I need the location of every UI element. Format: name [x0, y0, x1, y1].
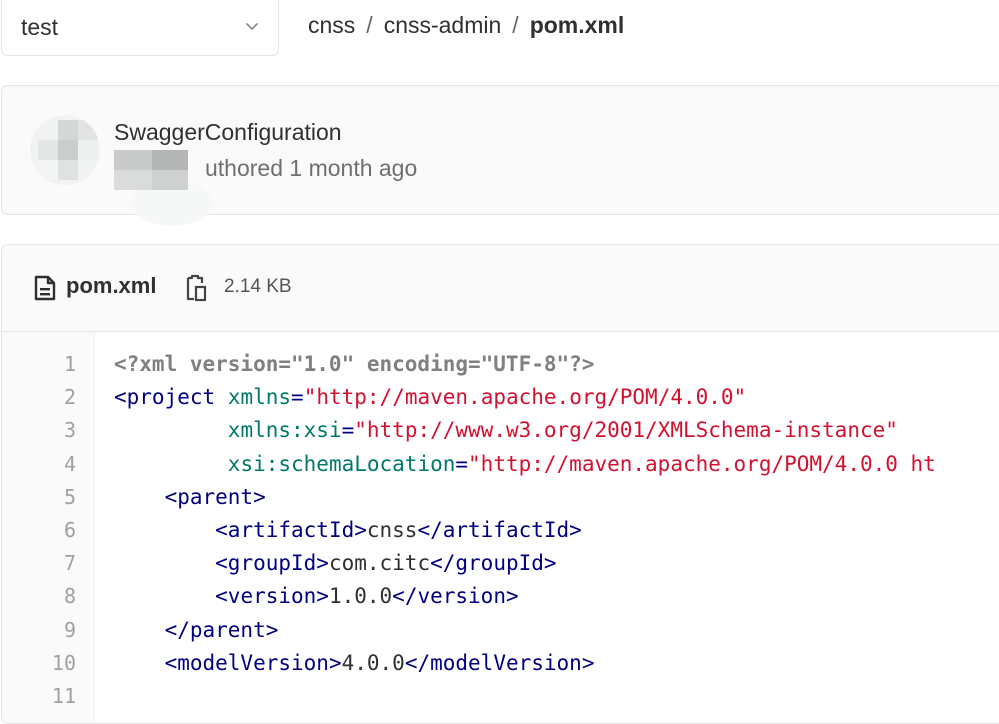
breadcrumb-item-module[interactable]: cnss-admin [384, 12, 502, 38]
code-token-tag: = [341, 418, 355, 443]
code-token-tag: </parent> [164, 617, 279, 642]
code-token-txt: com.citc [328, 551, 431, 576]
chevron-down-icon [246, 23, 258, 30]
code-token-tag: <project [114, 385, 216, 410]
code-token-tag: = [291, 385, 304, 410]
code-line: xmlns:xsi="http://www.w3.org/2001/XMLSch… [114, 418, 898, 442]
code-token-tag: <parent> [164, 484, 266, 509]
avatar[interactable] [30, 115, 100, 185]
file-name: pom.xml [66, 273, 157, 298]
code-token-tag: </artifactId> [417, 518, 582, 542]
line-number-gutter: 1 2 3 4 5 6 7 8 9 10 11 [2, 332, 95, 723]
breadcrumb-item-current: pom.xml [529, 12, 625, 38]
author-name-redacted [114, 150, 190, 192]
code-token-tag: <groupId> [215, 551, 329, 576]
code-line: <artifactId>cnss</artifactId> [114, 518, 582, 542]
code-line: <project xmlns="http://maven.apache.org/… [114, 385, 746, 409]
code-token-str: "http://maven.apache.org/POM/4.0.0" [303, 385, 747, 410]
code-token-tag: </version> [392, 584, 519, 609]
branch-name: test [21, 14, 59, 40]
code-line: <groupId>com.citc</groupId> [114, 551, 557, 576]
copy-file-path-icon[interactable] [184, 273, 208, 303]
code-token-str: "http://maven.apache.org/POM/4.0.0 ht [468, 451, 936, 476]
line-number[interactable]: 3 [64, 418, 76, 442]
code-token-tag: <version> [215, 584, 329, 609]
breadcrumb-separator: / [366, 12, 373, 38]
code-line: <parent> [114, 485, 266, 509]
branch-selector[interactable]: test [1, 0, 279, 56]
code-token-attr: xmlns:xsi [227, 418, 342, 443]
line-number[interactable]: 4 [64, 452, 76, 476]
line-number[interactable]: 11 [52, 684, 76, 708]
code-token-tag: <artifactId> [215, 518, 367, 542]
breadcrumb: cnss / cnss-admin / pom.xml [308, 12, 624, 39]
code-token-attr: xmlns [227, 385, 292, 410]
file-size: 2.14 KB [224, 276, 292, 297]
code-token-attr: xsi:schemaLocation [227, 451, 456, 476]
code-token-tag: </modelVersion> [404, 650, 595, 675]
breadcrumb-item-project[interactable]: cnss [308, 12, 355, 38]
line-number[interactable]: 5 [64, 485, 76, 509]
line-number[interactable]: 2 [64, 385, 76, 409]
code-line: <modelVersion>4.0.0</modelVersion> [114, 650, 595, 675]
code-token-txt: 4.0.0 [341, 650, 405, 675]
code-token-txt: cnss [366, 518, 418, 542]
file-header: pom.xml 2.14 KB [2, 245, 999, 332]
code-token-tag: <modelVersion> [164, 650, 342, 675]
file-icon [34, 275, 56, 301]
commit-meta: uthored 1 month ago [205, 155, 418, 181]
line-number[interactable]: 1 [64, 352, 76, 376]
breadcrumb-separator: / [512, 12, 519, 38]
code-line: </parent> [114, 617, 279, 642]
code-line: <version>1.0.0</version> [114, 584, 519, 609]
commit-title-link[interactable]: SwaggerConfiguration [114, 119, 342, 146]
code-token-tag: = [455, 451, 469, 476]
code-token-txt: 1.0.0 [328, 584, 393, 609]
code-token-pi: <?xml version="1.0" encoding="UTF-8"?> [114, 352, 595, 376]
code-line: xsi:schemaLocation="http://maven.apache.… [114, 452, 936, 476]
code-token-str: "http://www.w3.org/2001/XMLSchema-instan… [354, 418, 898, 443]
line-number[interactable]: 9 [64, 618, 76, 642]
code-line: <?xml version="1.0" encoding="UTF-8"?> [114, 352, 594, 376]
code-token-tag: </groupId> [430, 551, 557, 576]
line-number[interactable]: 8 [64, 584, 76, 608]
line-number[interactable]: 6 [64, 518, 76, 542]
file-viewer: pom.xml 2.14 KB 1 2 3 4 5 6 7 8 9 10 11 <?xml vers… [1, 244, 999, 724]
line-number[interactable]: 10 [52, 651, 76, 675]
line-number[interactable]: 7 [64, 551, 76, 575]
code-viewer: 1 2 3 4 5 6 7 8 9 10 11 <?xml version="1.0" encodi… [2, 332, 999, 723]
